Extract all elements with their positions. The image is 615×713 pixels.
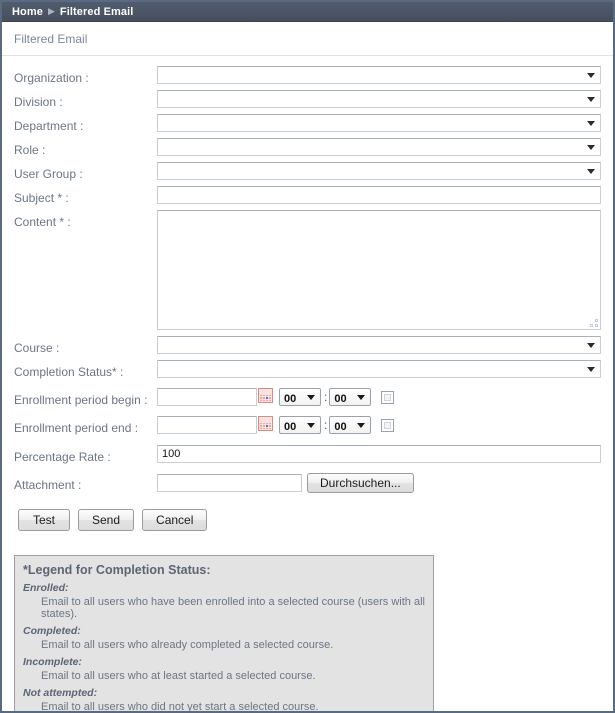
label-department: Department :: [14, 119, 84, 133]
legend-title: *Legend for Completion Status:: [23, 563, 211, 577]
chevron-down-icon: [587, 73, 595, 78]
enrollment-end-date-input[interactable]: [157, 416, 257, 434]
enrollment-begin-hour-value: 00: [284, 393, 297, 405]
field-row-enrollment-end: Enrollment period end : 00 : 00: [2, 416, 613, 440]
percentage-rate-input[interactable]: [157, 445, 601, 463]
label-course: Course :: [14, 341, 60, 355]
enrollment-begin-hour-select[interactable]: 00: [279, 388, 321, 406]
enrollment-begin-checkbox[interactable]: [381, 390, 395, 404]
field-row-subject: Subject * :: [2, 186, 613, 210]
field-row-division: Division :: [2, 90, 613, 114]
enrollment-begin-date-input[interactable]: [157, 388, 257, 406]
role-select[interactable]: [157, 138, 601, 156]
chevron-down-icon: [307, 395, 315, 400]
legend-desc-completed: Email to all users who already completed…: [41, 639, 334, 651]
legend-desc-incomplete: Email to all users who at least started …: [41, 670, 316, 682]
course-select[interactable]: [157, 336, 601, 354]
breadcrumb: Home ▶ Filtered Email: [2, 2, 613, 22]
legend-term-enrolled: Enrolled:: [23, 582, 69, 594]
enrollment-begin-date-wrapper: [157, 388, 273, 406]
enrollment-end-hour-value: 00: [284, 421, 297, 433]
breadcrumb-current: Filtered Email: [59, 5, 134, 18]
content-textarea[interactable]: [157, 210, 601, 330]
field-row-completion-status: Completion Status* :: [2, 360, 613, 384]
calendar-icon[interactable]: [258, 416, 273, 431]
content-textarea-wrapper: [157, 210, 601, 330]
breadcrumb-home-link[interactable]: Home: [12, 6, 43, 18]
chevron-down-icon: [587, 343, 595, 348]
cancel-button[interactable]: Cancel: [142, 509, 208, 531]
label-enrollment-begin: Enrollment period begin :: [14, 393, 148, 407]
enrollment-end-checkbox[interactable]: [381, 418, 395, 432]
enrollment-begin-time-separator: :: [324, 390, 328, 404]
enrollment-begin-controls: 00 : 00: [157, 388, 601, 406]
label-content: Content * :: [14, 215, 71, 229]
enrollment-end-minute-value: 00: [334, 421, 347, 433]
attachment-browse-button[interactable]: Durchsuchen...: [307, 473, 414, 493]
label-division: Division :: [14, 95, 63, 109]
label-user-group: User Group :: [14, 167, 83, 181]
filtered-email-page: Home ▶ Filtered Email Filtered Email Org…: [0, 0, 615, 713]
legend-desc-enrolled: Email to all users who have been enrolle…: [41, 596, 425, 620]
field-row-organization: Organization :: [2, 66, 613, 90]
user-group-select[interactable]: [157, 162, 601, 180]
chevron-down-icon: [357, 395, 366, 400]
chevron-down-icon: [587, 121, 595, 126]
enrollment-end-minute-select[interactable]: 00: [329, 416, 372, 434]
test-button[interactable]: Test: [18, 509, 70, 531]
chevron-down-icon: [587, 367, 595, 372]
enrollment-end-hour-select[interactable]: 00: [279, 416, 321, 434]
enrollment-end-time-separator: :: [324, 418, 328, 432]
enrollment-end-date-wrapper: [157, 416, 273, 434]
calendar-icon[interactable]: [258, 388, 273, 403]
legend-term-incomplete: Incomplete:: [23, 656, 82, 668]
form-actions: Test Send Cancel: [2, 497, 613, 531]
completion-status-select[interactable]: [157, 360, 601, 378]
chevron-down-icon: [307, 423, 315, 428]
legend-desc-not-attempted: Email to all users who did not yet start…: [41, 701, 319, 713]
page-title-section: Filtered Email: [2, 22, 613, 56]
label-enrollment-end: Enrollment period end :: [14, 421, 139, 435]
field-row-attachment: Attachment : Durchsuchen...: [2, 473, 613, 497]
field-row-percentage-rate: Percentage Rate :: [2, 445, 613, 469]
label-completion-status: Completion Status* :: [14, 365, 124, 379]
legend-term-not-attempted: Not attempted:: [23, 687, 98, 699]
completion-status-legend: *Legend for Completion Status: Enrolled:…: [14, 555, 434, 713]
field-row-department: Department :: [2, 114, 613, 138]
chevron-down-icon: [587, 97, 595, 102]
field-row-enrollment-begin: Enrollment period begin : 00 : 00: [2, 388, 613, 412]
division-select[interactable]: [157, 90, 601, 108]
field-row-user-group: User Group :: [2, 162, 613, 186]
field-row-course: Course :: [2, 336, 613, 360]
enrollment-begin-minute-select[interactable]: 00: [329, 388, 372, 406]
chevron-down-icon: [587, 169, 595, 174]
department-select[interactable]: [157, 114, 601, 132]
legend-term-completed: Completed:: [23, 625, 81, 637]
breadcrumb-separator-icon: ▶: [47, 6, 55, 16]
enrollment-end-controls: 00 : 00: [157, 416, 601, 434]
label-subject: Subject * :: [14, 191, 69, 205]
filtered-email-form: Organization : Division : Department : R…: [2, 56, 613, 713]
field-row-content: Content * :: [2, 210, 613, 330]
label-organization: Organization :: [14, 71, 89, 85]
send-button[interactable]: Send: [78, 509, 135, 531]
label-percentage-rate: Percentage Rate :: [14, 450, 111, 464]
organization-select[interactable]: [157, 66, 601, 84]
subject-input[interactable]: [157, 186, 601, 204]
attachment-filename-input[interactable]: [157, 474, 302, 492]
label-attachment: Attachment :: [14, 478, 82, 492]
page-title: Filtered Email: [14, 32, 88, 46]
attachment-controls: Durchsuchen...: [157, 473, 601, 493]
label-role: Role :: [14, 143, 46, 157]
enrollment-begin-minute-value: 00: [334, 393, 347, 405]
chevron-down-icon: [357, 423, 366, 428]
field-row-role: Role :: [2, 138, 613, 162]
chevron-down-icon: [587, 145, 595, 150]
